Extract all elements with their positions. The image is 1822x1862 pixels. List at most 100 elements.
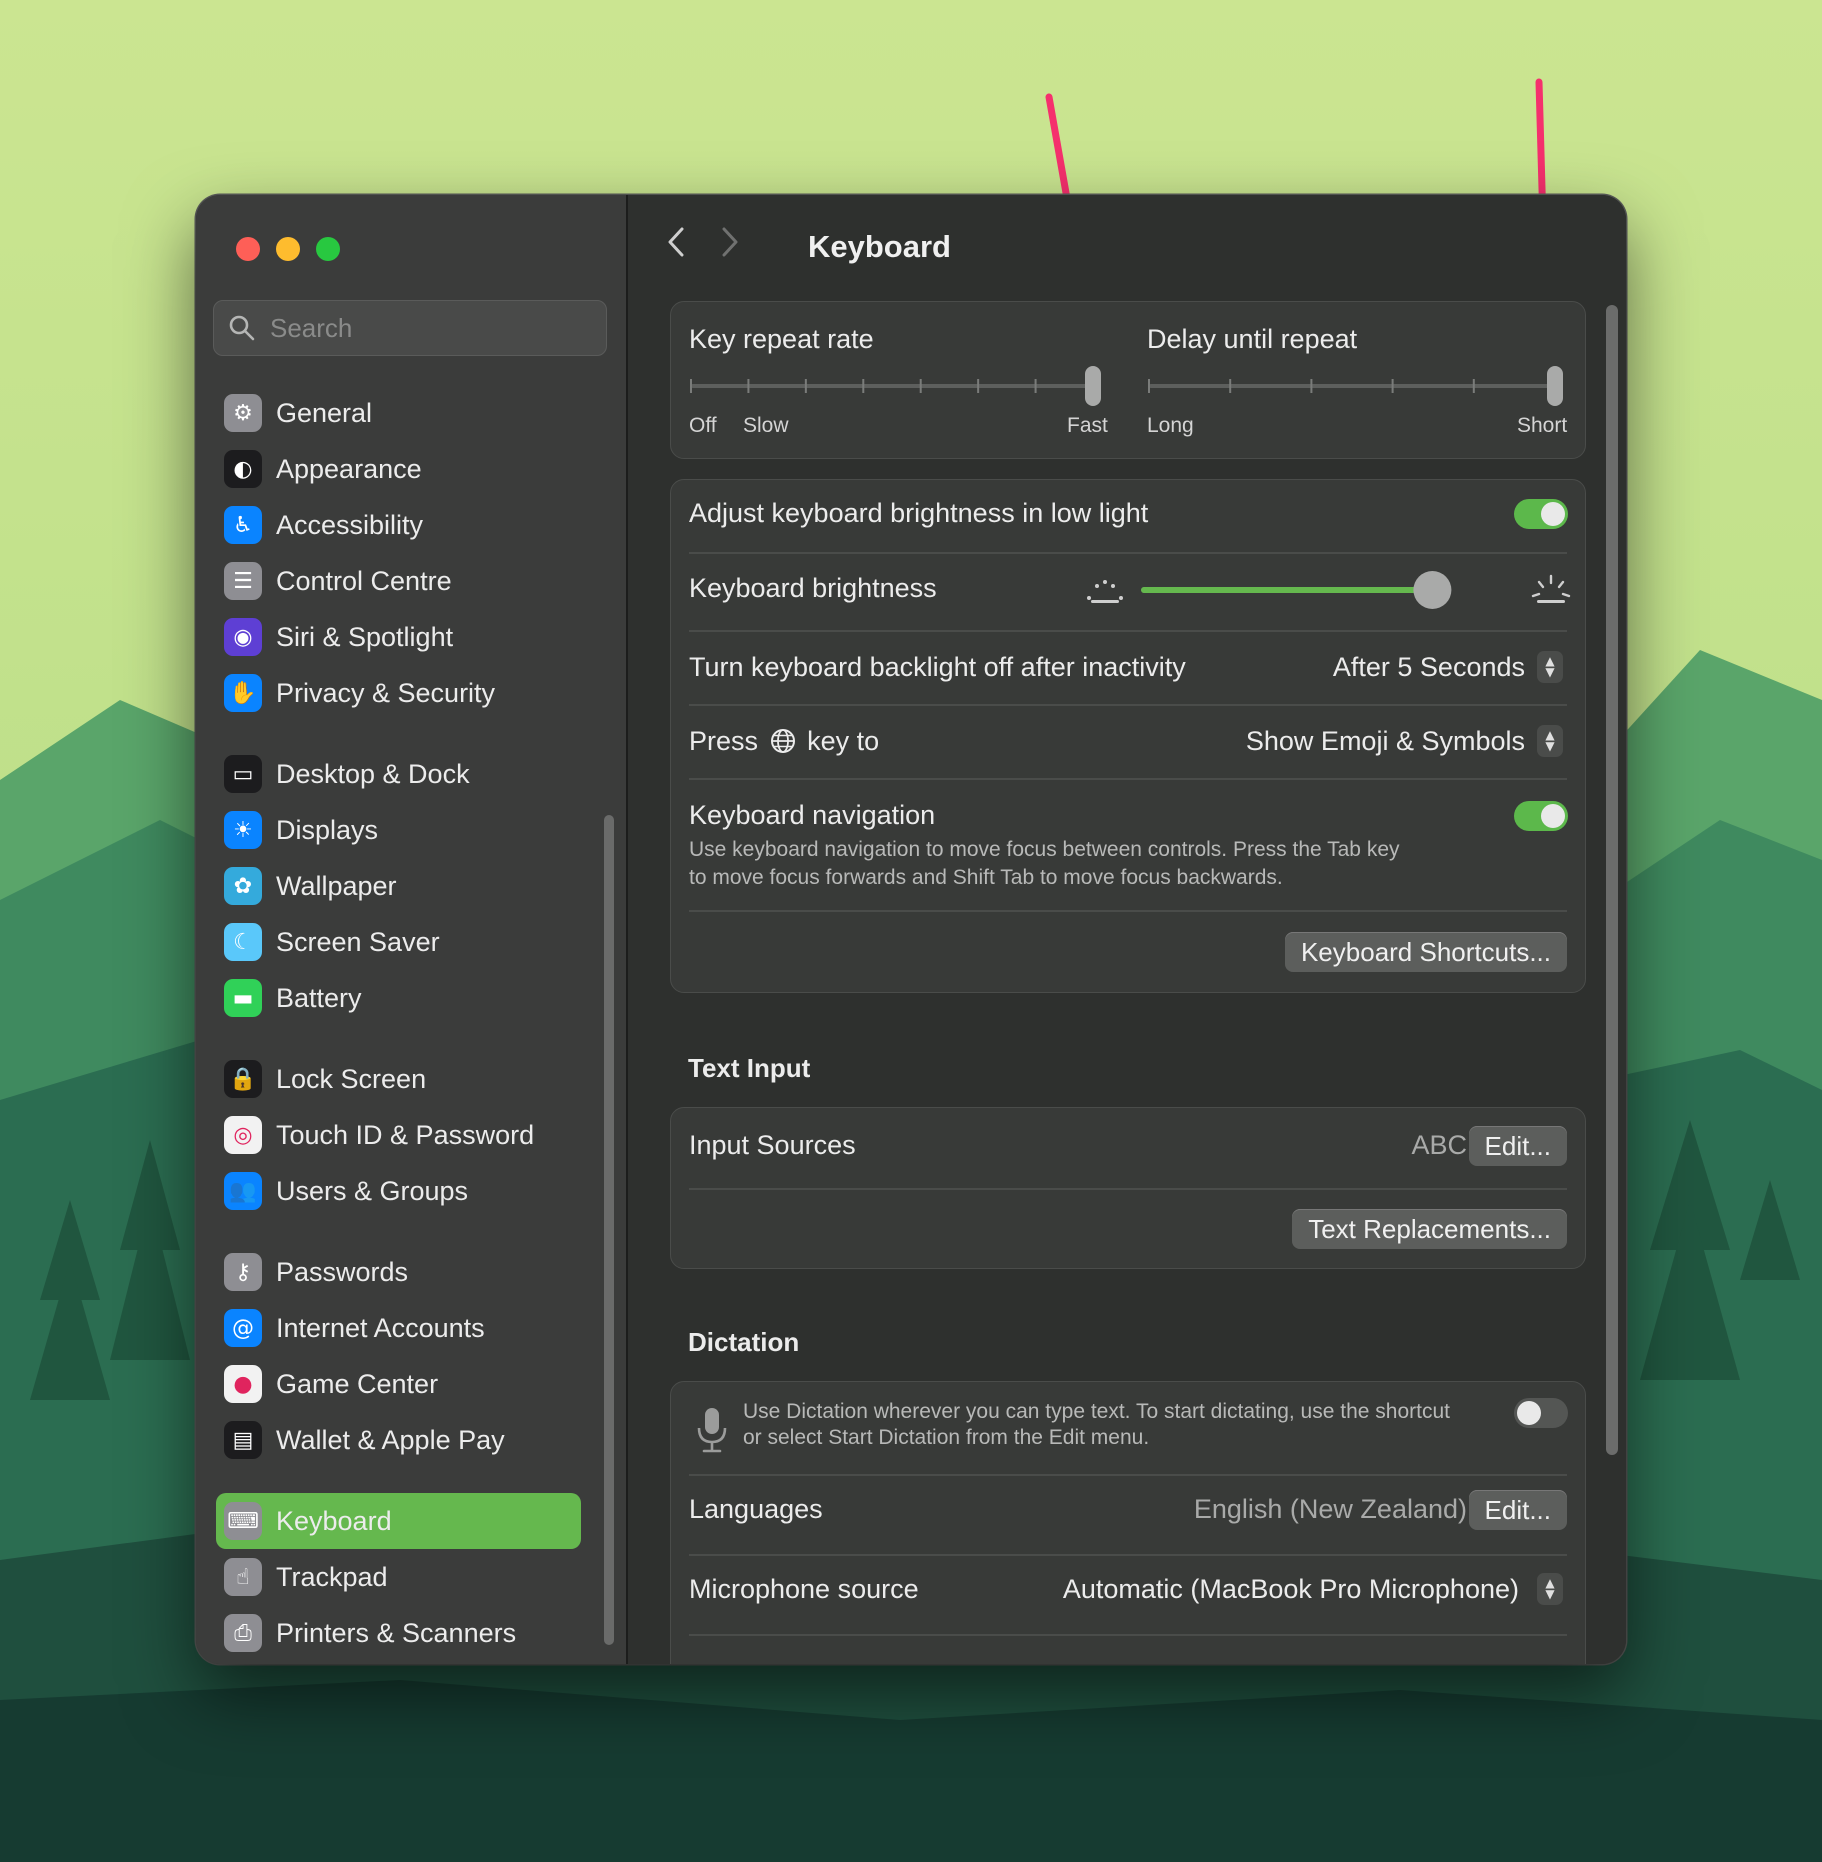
wallpaper-icon: ✿ bbox=[224, 867, 262, 905]
forward-chevron-icon[interactable] bbox=[718, 225, 742, 259]
sidebar-scrollbar[interactable] bbox=[604, 815, 614, 1645]
sidebar-item-label: Keyboard bbox=[276, 1505, 392, 1536]
keyboard-navigation-description-1: Use keyboard navigation to move focus be… bbox=[689, 838, 1400, 861]
close-button[interactable] bbox=[236, 237, 260, 261]
sidebar-item-label: Lock Screen bbox=[276, 1063, 427, 1094]
languages-edit-button[interactable]: Edit... bbox=[1468, 1490, 1567, 1530]
sidebar-item-privacy-security[interactable]: ✋ Privacy & Security bbox=[216, 665, 581, 721]
trackpad-icon: ☝ bbox=[224, 1558, 262, 1596]
search-icon bbox=[229, 315, 255, 341]
sidebar-item-label: Touch ID & Password bbox=[276, 1119, 535, 1150]
adjust-brightness-toggle[interactable] bbox=[1514, 499, 1568, 529]
input-sources-edit-button[interactable]: Edit... bbox=[1468, 1126, 1567, 1166]
sidebar-item-displays[interactable]: ☀ Displays bbox=[216, 802, 581, 858]
back-chevron-icon[interactable] bbox=[664, 225, 688, 259]
sidebar-item-lock-screen[interactable]: 🔒 Lock Screen bbox=[216, 1051, 581, 1107]
main-scrollbar[interactable] bbox=[1606, 305, 1618, 1455]
brightness-high-icon bbox=[1531, 574, 1571, 603]
sidebar-item-wallet-apple-pay[interactable]: ▤ Wallet & Apple Pay bbox=[216, 1412, 581, 1468]
sidebar-item-desktop-dock[interactable]: ▭ Desktop & Dock bbox=[216, 746, 581, 802]
sidebar-item-general[interactable]: ⚙ General bbox=[216, 385, 581, 441]
dictation-card: Use Dictation wherever you can type text… bbox=[670, 1381, 1586, 1664]
sidebar-item-printers-scanners[interactable]: ⎙ Printers & Scanners bbox=[216, 1605, 581, 1661]
slider-knob bbox=[1085, 366, 1101, 406]
keyboard-settings-card: Adjust keyboard brightness in low light … bbox=[670, 479, 1586, 993]
keyboard-navigation-toggle[interactable] bbox=[1514, 801, 1568, 831]
sidebar-item-label: Battery bbox=[276, 982, 362, 1013]
sidebar-item-label: Control Centre bbox=[276, 565, 452, 596]
sidebar: ⚙ General ◐ Appearance ♿ Accessibility ☰ Contro… bbox=[196, 195, 628, 1664]
divider bbox=[689, 1474, 1567, 1476]
sidebar-item-accessibility[interactable]: ♿ Accessibility bbox=[216, 497, 581, 553]
globe-icon bbox=[770, 729, 795, 753]
press-key-value[interactable]: Show Emoji & Symbols bbox=[1246, 726, 1525, 757]
slider-tick bbox=[690, 379, 692, 393]
at-icon: @ bbox=[224, 1309, 262, 1347]
sidebar-item-label: Users & Groups bbox=[276, 1175, 469, 1206]
users-icon: 👥 bbox=[224, 1172, 262, 1210]
dictation-heading: Dictation bbox=[688, 1327, 800, 1357]
sidebar-item-passwords[interactable]: ⚷ Passwords bbox=[216, 1244, 581, 1300]
sidebar-item-users-groups[interactable]: 👥 Users & Groups bbox=[216, 1163, 581, 1219]
dictation-description-2: or select Start Dictation from the Edit … bbox=[743, 1426, 1150, 1449]
dictation-description-1: Use Dictation wherever you can type text… bbox=[743, 1400, 1450, 1423]
dock-icon: ▭ bbox=[224, 755, 262, 793]
backlight-off-value[interactable]: After 5 Seconds bbox=[1333, 652, 1525, 683]
press-key-stepper-icon[interactable]: ▲ ▼ bbox=[1537, 725, 1563, 757]
sidebar-item-wallpaper[interactable]: ✿ Wallpaper bbox=[216, 858, 581, 914]
sidebar-item-label: Trackpad bbox=[276, 1561, 388, 1592]
languages-value: English (New Zealand) bbox=[1193, 1494, 1467, 1524]
microphone-source-value[interactable]: Automatic (MacBook Pro Microphone) bbox=[1063, 1574, 1519, 1605]
appearance-icon: ◐ bbox=[224, 450, 262, 488]
sidebar-item-label: Game Center bbox=[276, 1368, 439, 1399]
slider-tick bbox=[1310, 379, 1313, 393]
sidebar-item-siri-spotlight[interactable]: ◉ Siri & Spotlight bbox=[216, 609, 581, 665]
slider-tick bbox=[1472, 379, 1475, 393]
minimize-button[interactable] bbox=[276, 237, 300, 261]
slider-tick bbox=[919, 379, 922, 393]
sidebar-item-screen-saver[interactable]: ☾ Screen Saver bbox=[216, 914, 581, 970]
screen-saver-icon: ☾ bbox=[224, 923, 262, 961]
slider-tick bbox=[977, 379, 980, 393]
sidebar-item-label: Appearance bbox=[276, 453, 422, 484]
microphone-source-stepper-icon[interactable]: ▲ ▼ bbox=[1537, 1573, 1563, 1605]
system-settings-window: ⚙ General ◐ Appearance ♿ Accessibility ☰ Contro… bbox=[196, 195, 1626, 1664]
sidebar-item-label: Printers & Scanners bbox=[276, 1617, 517, 1648]
sidebar-item-control-centre[interactable]: ☰ Control Centre bbox=[216, 553, 581, 609]
keyboard-shortcuts-button[interactable]: Keyboard Shortcuts... bbox=[1284, 932, 1567, 972]
search-field[interactable] bbox=[213, 300, 607, 356]
keyboard-brightness-slider[interactable] bbox=[1135, 568, 1469, 612]
delay-until-repeat-slider[interactable] bbox=[1147, 366, 1567, 406]
keyboard-navigation-label: Keyboard navigation bbox=[689, 800, 936, 830]
keyboard-navigation-description-2: to move focus forwards and Shift Tab to … bbox=[689, 866, 1283, 889]
sidebar-item-internet-accounts[interactable]: @ Internet Accounts bbox=[216, 1300, 581, 1356]
toggle-knob bbox=[1541, 804, 1565, 828]
gear-icon: ⚙ bbox=[224, 394, 262, 432]
sidebar-item-label: Privacy & Security bbox=[276, 677, 496, 708]
wallet-icon: ▤ bbox=[224, 1421, 262, 1459]
control-centre-icon: ☰ bbox=[224, 562, 262, 600]
dictation-toggle[interactable] bbox=[1514, 1398, 1568, 1428]
text-replacements-button[interactable]: Text Replacements... bbox=[1292, 1209, 1567, 1249]
backlight-off-stepper-icon[interactable]: ▲ ▼ bbox=[1537, 651, 1563, 683]
zoom-button[interactable] bbox=[316, 237, 340, 261]
window-controls bbox=[236, 237, 340, 261]
delay-long-label: Long bbox=[1147, 414, 1194, 437]
brightness-low-icon bbox=[1087, 580, 1123, 603]
search-input[interactable] bbox=[268, 311, 592, 345]
sidebar-item-battery[interactable]: ▬ Battery bbox=[216, 970, 581, 1026]
slider-fill bbox=[1141, 587, 1433, 593]
divider bbox=[689, 1634, 1567, 1636]
key-repeat-rate-slider[interactable] bbox=[689, 366, 1105, 406]
keyboard-icon: ⌨ bbox=[224, 1502, 262, 1540]
sidebar-item-keyboard[interactable]: ⌨ Keyboard bbox=[216, 1493, 581, 1549]
sidebar-item-appearance[interactable]: ◐ Appearance bbox=[216, 441, 581, 497]
sun-icon: ☀ bbox=[224, 811, 262, 849]
siri-icon: ◉ bbox=[224, 618, 262, 656]
sidebar-item-label: Displays bbox=[276, 814, 379, 845]
sidebar-item-touch-id-password[interactable]: ◎ Touch ID & Password bbox=[216, 1107, 581, 1163]
sidebar-item-trackpad[interactable]: ☝ Trackpad bbox=[216, 1549, 581, 1605]
sidebar-item-game-center[interactable]: ● Game Center bbox=[216, 1356, 581, 1412]
sidebar-item-label: Wallet & Apple Pay bbox=[276, 1424, 505, 1455]
text-input-heading: Text Input bbox=[688, 1053, 811, 1083]
